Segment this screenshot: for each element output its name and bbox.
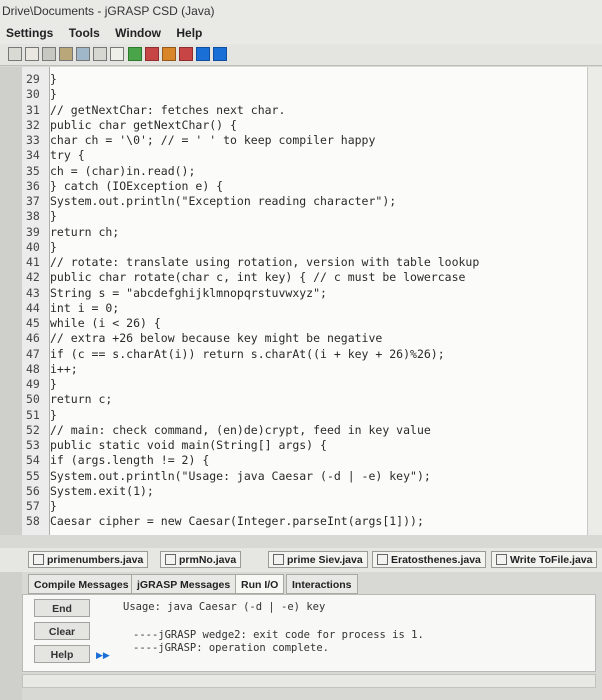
menu-help[interactable]: Help — [176, 26, 202, 40]
message-panel-gutter — [0, 572, 22, 700]
tab-label: primenumbers.java — [47, 554, 144, 566]
code-line[interactable]: 47 if (c == s.charAt(i)) return s.charAt(… — [26, 346, 445, 363]
tab-label: prmNo.java — [179, 554, 237, 566]
tab-label: Eratosthenes.java — [391, 554, 481, 566]
java-file-icon — [33, 554, 44, 565]
code-text: public char rotate(char c, int key) { //… — [50, 270, 466, 285]
code-text: i++; — [50, 361, 78, 376]
code-text: } — [50, 209, 57, 224]
code-text: } — [50, 72, 57, 86]
tab-primesiev[interactable]: prime Siev.java — [268, 551, 368, 568]
code-text: } — [50, 499, 57, 513]
menu-settings[interactable]: Settings — [6, 26, 53, 40]
window-title: Drive\Documents - jGRASP CSD (Java) — [0, 0, 602, 22]
code-text: // getNextChar: fetches next char. — [50, 102, 286, 117]
code-text: if (args.length != 2) { — [50, 453, 210, 468]
code-text: } — [50, 239, 57, 254]
editor-vertical-scrollbar[interactable] — [587, 67, 602, 535]
code-text: System.out.println("Usage: java Caesar (… — [50, 468, 431, 483]
tab-primenumbers[interactable]: primenumbers.java — [28, 551, 149, 568]
code-text: System.out.println("Exception reading ch… — [50, 194, 397, 208]
code-line[interactable]: 37 System.out.println("Exception reading … — [26, 193, 396, 210]
code-text: if (c == s.charAt(i)) return s.charAt((i… — [50, 346, 445, 361]
tab-jgrasp-messages[interactable]: jGRASP Messages — [131, 574, 237, 594]
code-text: System.exit(1); — [50, 483, 154, 498]
end-button[interactable]: End — [34, 599, 90, 617]
code-text: int i = 0; — [50, 300, 120, 315]
code-text: // main: check command, (en)de)crypt, fe… — [50, 422, 431, 437]
dock-icon[interactable] — [213, 47, 227, 61]
code-editor[interactable]: 29} 30} 31// getNextChar: fetches next cha… — [0, 67, 602, 535]
code-text: return c; — [50, 392, 113, 407]
save-icon[interactable] — [42, 47, 56, 61]
toolbar — [0, 44, 602, 66]
code-text: // rotate: translate using rotation, ver… — [50, 255, 480, 269]
code-text: while (i < 26) { — [50, 316, 161, 330]
clear-button[interactable]: Clear — [34, 622, 90, 640]
open-file-icon[interactable] — [25, 47, 39, 61]
code-text: public char getNextChar() { — [50, 117, 237, 132]
tree-icon[interactable] — [93, 47, 107, 61]
java-file-icon — [377, 554, 388, 565]
code-text: char ch = '\0'; // = ' ' to keep compile… — [50, 133, 376, 147]
code-text: } catch (IOException e) { — [50, 178, 224, 193]
java-file-icon — [273, 554, 284, 565]
menu-tools[interactable]: Tools — [69, 26, 100, 40]
code-text: Caesar cipher = new Caesar(Integer.parse… — [50, 514, 424, 529]
tab-writetofile[interactable]: Write ToFile.java — [491, 551, 598, 568]
add-icon[interactable] — [128, 47, 142, 61]
run-icon[interactable] — [145, 47, 159, 61]
exit-code-output: ----jGRASP wedge2: exit code for process… — [133, 629, 424, 641]
code-text: } — [50, 407, 57, 422]
tab-eratosthenes[interactable]: Eratosthenes.java — [372, 551, 486, 568]
operation-complete-output: ----jGRASP: operation complete. — [133, 642, 329, 654]
stop-icon[interactable] — [179, 47, 193, 61]
editor-gutter — [0, 67, 22, 535]
diagram-icon[interactable] — [76, 47, 90, 61]
java-file-icon — [496, 554, 507, 565]
help-button[interactable]: Help — [34, 645, 90, 663]
line-number: 58 — [26, 514, 40, 529]
menu-bar: Settings Tools Window Help — [0, 22, 602, 44]
code-text: return ch; — [50, 224, 120, 239]
code-text: try { — [50, 148, 85, 163]
tab-prmno[interactable]: prmNo.java — [160, 551, 242, 568]
new-file-icon[interactable] — [8, 47, 22, 61]
usage-output: Usage: java Caesar (-d | -e) key — [123, 601, 326, 613]
run-io-console[interactable]: End Clear Help Usage: java Caesar (-d | … — [22, 594, 596, 672]
tab-compile-messages[interactable]: Compile Messages — [28, 574, 135, 594]
file-tab-bar: primenumbers.java prmNo.java prime Siev.… — [0, 548, 602, 572]
tab-label: Write ToFile.java — [510, 554, 593, 566]
compile-icon[interactable] — [59, 47, 73, 61]
code-text: } — [50, 87, 57, 102]
code-text: ch = (char)in.read(); — [50, 163, 196, 178]
code-line[interactable]: 58 Caesar cipher = new Caesar(Integer.par… — [26, 513, 424, 530]
code-text: } — [50, 377, 57, 391]
window-icon[interactable] — [110, 47, 124, 61]
tab-interactions[interactable]: Interactions — [286, 574, 358, 594]
view-icon[interactable] — [196, 47, 210, 61]
tab-run-io[interactable]: Run I/O — [235, 574, 285, 594]
input-prompt-icon: ▶▶ — [96, 651, 110, 661]
debug-icon[interactable] — [162, 47, 176, 61]
code-text: String s = "abcdefghijklmnopqrstuvwxyz"; — [50, 285, 327, 300]
console-horizontal-scrollbar[interactable] — [22, 674, 596, 688]
java-file-icon — [165, 554, 176, 565]
code-text: public static void main(String[] args) { — [50, 438, 327, 452]
tab-label: prime Siev.java — [287, 554, 363, 566]
menu-window[interactable]: Window — [115, 26, 161, 40]
code-text: // extra +26 below because key might be … — [50, 331, 383, 346]
